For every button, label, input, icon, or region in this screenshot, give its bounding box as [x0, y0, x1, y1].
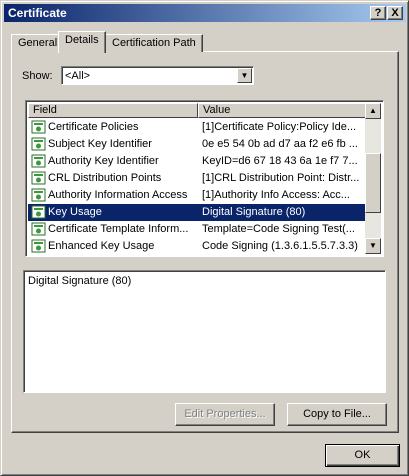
scroll-down-icon[interactable]: ▼ — [365, 238, 381, 254]
row-value: 0e e5 54 0b ad d7 aa f2 e6 fb ... — [202, 138, 358, 150]
row-field: Key Usage — [48, 206, 102, 218]
row-value: Digital Signature (80) — [202, 206, 306, 218]
tab-general[interactable]: General — [11, 34, 65, 52]
show-label: Show: — [22, 70, 53, 82]
tab-certification-path[interactable]: Certification Path — [105, 34, 203, 52]
table-row[interactable]: Certificate Template Inform... Template=C… — [28, 221, 368, 238]
close-button[interactable]: X — [387, 6, 403, 20]
table-row[interactable]: Authority Information Access [1]Authority… — [28, 187, 368, 204]
title-bar[interactable]: Certificate ? X — [4, 4, 406, 22]
fields-list[interactable]: Field Value Certificate Policies [1]Certi… — [25, 100, 384, 257]
table-row[interactable]: Key Usage Digital Signature (80) — [28, 204, 368, 221]
tab-details[interactable]: Details — [58, 31, 106, 53]
scroll-thumb[interactable] — [365, 153, 381, 213]
certificate-field-icon — [31, 222, 46, 236]
row-value: KeyID=d6 67 18 43 6a 1e f7 7... — [202, 155, 358, 167]
chevron-down-icon[interactable]: ▼ — [237, 68, 252, 83]
certificate-field-icon — [31, 171, 46, 185]
row-value: [1]Authority Info Access: Acc... — [202, 189, 350, 201]
window-title: Certificate — [8, 6, 67, 20]
certificate-dialog: Certificate ? X General Details Certific… — [0, 0, 409, 476]
certificate-field-icon — [31, 154, 46, 168]
row-value: [1]CRL Distribution Point: Distr... — [202, 172, 360, 184]
certificate-field-icon — [31, 137, 46, 151]
list-header: Field Value — [28, 103, 368, 118]
help-button[interactable]: ? — [370, 6, 386, 20]
show-dropdown[interactable]: <All> ▼ — [61, 66, 254, 85]
row-field: Certificate Policies — [48, 121, 139, 133]
column-header-value[interactable]: Value — [198, 103, 368, 118]
value-detail-text: Digital Signature (80) — [28, 275, 132, 287]
edit-properties-button[interactable]: Edit Properties... — [175, 403, 275, 426]
row-field: Enhanced Key Usage — [48, 240, 155, 252]
table-row[interactable]: Enhanced Key Usage Code Signing (1.3.6.1.… — [28, 238, 368, 255]
scroll-up-icon[interactable]: ▲ — [365, 103, 381, 119]
table-row[interactable]: Certificate Policies [1]Certificate Polic… — [28, 119, 368, 136]
row-field: CRL Distribution Points — [48, 172, 162, 184]
certificate-field-icon — [31, 120, 46, 134]
certificate-field-icon — [31, 205, 46, 219]
row-value: Template=Code Signing Test(... — [202, 223, 355, 235]
show-dropdown-value: <All> — [65, 70, 91, 82]
column-header-field[interactable]: Field — [28, 103, 198, 118]
row-field: Authority Information Access — [48, 189, 188, 201]
certificate-field-icon — [31, 239, 46, 253]
row-field: Certificate Template Inform... — [48, 223, 189, 235]
table-row[interactable]: CRL Distribution Points [1]CRL Distributi… — [28, 170, 368, 187]
row-value: [1]Certificate Policy:Policy Ide... — [202, 121, 357, 133]
copy-to-file-button[interactable]: Copy to File... — [287, 403, 387, 426]
list-scrollbar[interactable]: ▲ ▼ — [365, 103, 381, 254]
row-field: Subject Key Identifier — [48, 138, 152, 150]
ok-button[interactable]: OK — [325, 444, 400, 467]
value-detail-box[interactable]: Digital Signature (80) — [23, 270, 386, 393]
row-value: Code Signing (1.3.6.1.5.5.7.3.3) — [202, 240, 358, 252]
list-rows: Certificate Policies [1]Certificate Polic… — [28, 119, 368, 255]
row-field: Authority Key Identifier — [48, 155, 159, 167]
certificate-field-icon — [31, 188, 46, 202]
table-row[interactable]: Authority Key Identifier KeyID=d6 67 18 4… — [28, 153, 368, 170]
table-row[interactable]: Subject Key Identifier 0e e5 54 0b ad d7 … — [28, 136, 368, 153]
